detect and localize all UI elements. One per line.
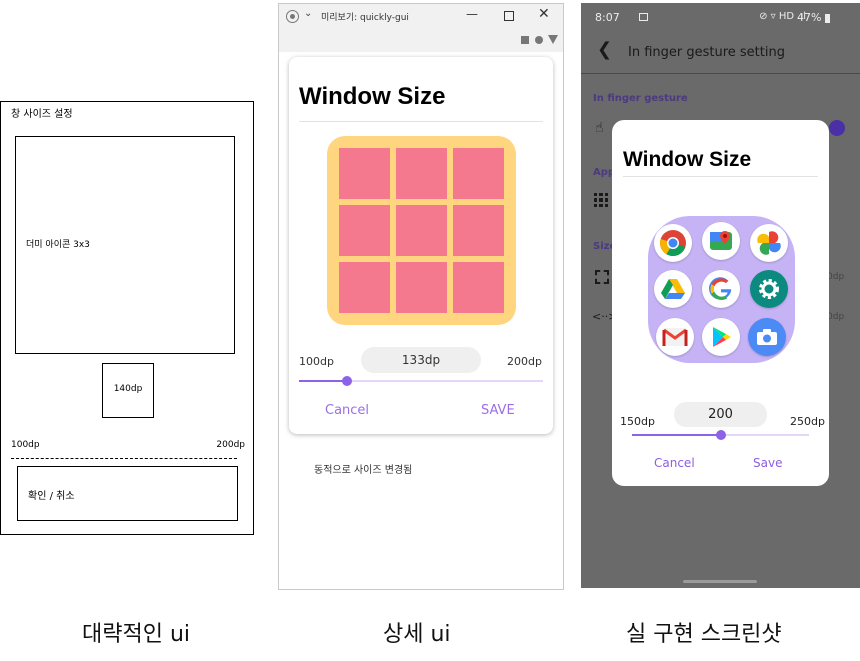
hand-pointer-icon: ☝ (595, 120, 604, 136)
dummy-icon-cell (339, 148, 390, 199)
battery-percent: 47% (797, 11, 822, 24)
size-row-value: 0dp (827, 272, 845, 282)
dialog-divider (299, 121, 543, 122)
dynamic-resize-note: 동적으로 사이즈 변경됨 (314, 465, 413, 476)
battery-icon (825, 14, 830, 23)
slider-fill (299, 380, 347, 382)
close-icon[interactable]: ✕ (538, 6, 550, 22)
triangle-down-icon[interactable] (548, 35, 558, 44)
slider-max-label: 200dp (507, 355, 542, 368)
wireframe-buttons-label: 확인 / 취소 (28, 491, 75, 502)
phone-slider-fill (632, 434, 721, 436)
dummy-icon-cell (396, 262, 447, 313)
maximize-icon[interactable] (504, 11, 514, 21)
gmail-icon (656, 318, 694, 356)
wireframe-icon-label: 더미 아이콘 3x3 (26, 240, 90, 250)
phone-screenshot: 8:07 ⊘ ▿ HD .ıl 47% ❮ In finger gesture … (581, 3, 860, 588)
wireframe-slider-line (11, 458, 237, 459)
wireframe-title: 창 사이즈 설정 (11, 109, 73, 120)
dummy-icon-cell (453, 148, 504, 199)
app-icon-cluster (648, 216, 795, 363)
play-store-icon (702, 318, 740, 356)
phone-dialog-divider (623, 176, 818, 177)
icon-grid (327, 136, 516, 325)
dummy-icon-cell (453, 262, 504, 313)
fullscreen-icon (595, 270, 609, 284)
google-icon (702, 270, 740, 308)
cancel-button[interactable]: Cancel (325, 403, 369, 418)
back-arrow-icon[interactable]: ❮ (597, 39, 612, 60)
chrome-icon (654, 224, 692, 262)
minimize-icon[interactable]: — (466, 7, 478, 21)
maps-icon (702, 222, 740, 260)
wireframe-max-label: 200dp (216, 440, 245, 450)
dummy-icon-cell (453, 205, 504, 256)
wireframe-icon-area: 더미 아이콘 3x3 (15, 136, 235, 354)
wireframe-size-label: 140dp (113, 384, 143, 394)
wireframe-button-area: 확인 / 취소 (17, 466, 238, 521)
gesture-toggle[interactable] (829, 120, 845, 136)
slider-min-label: 100dp (299, 355, 334, 368)
caption-real-screenshot: 실 구현 스크린샷 (626, 622, 782, 647)
wireframe-panel: 창 사이즈 설정 더미 아이콘 3x3 140dp 100dp 200dp 확인… (0, 101, 254, 535)
circle-icon[interactable] (535, 36, 543, 44)
record-icon[interactable] (286, 10, 299, 23)
dummy-icon-cell (339, 262, 390, 313)
phone-dialog-title: Window Size (623, 148, 752, 171)
phone-slider-min-label: 150dp (620, 415, 655, 428)
wireframe-min-label: 100dp (11, 440, 40, 450)
preview-window: ⌄ 미리보기: quickly-gui — ✕ Window Size 100d… (278, 3, 564, 590)
window-title: 미리보기: quickly-gui (321, 13, 409, 23)
status-time: 8:07 (595, 11, 620, 24)
dummy-icon-cell (339, 205, 390, 256)
slider-value-badge: 133dp (361, 347, 481, 373)
home-indicator[interactable] (683, 580, 757, 583)
phone-slider-max-label: 250dp (790, 415, 825, 428)
dialog-title: Window Size (299, 83, 446, 110)
phone-cancel-button[interactable]: Cancel (654, 456, 695, 470)
appbar-divider (581, 73, 860, 74)
apps-grid-icon (594, 193, 608, 207)
appbar-title: In finger gesture setting (628, 45, 785, 60)
caption-rough-ui: 대략적인 ui (82, 622, 191, 647)
chevron-down-icon[interactable]: ⌄ (304, 8, 312, 19)
dummy-icon-cell (396, 205, 447, 256)
drive-icon (654, 270, 692, 308)
photos-icon (750, 224, 788, 262)
wireframe-size-box: 140dp (102, 363, 154, 418)
image-notification-icon (639, 13, 648, 21)
window-size-dialog: Window Size 100dp 133dp 200dp Cancel SAV… (289, 57, 553, 434)
section-in-finger-gesture: In finger gesture (593, 93, 688, 104)
save-button[interactable]: SAVE (481, 403, 515, 418)
phone-window-size-dialog: Window Size 150dp 200 250dp Cancel Save (612, 120, 829, 486)
settings-icon (750, 270, 788, 308)
phone-slider-thumb[interactable] (716, 430, 726, 440)
dummy-icon-cell (396, 148, 447, 199)
phone-slider-value-badge: 200 (674, 402, 767, 427)
phone-save-button[interactable]: Save (753, 456, 782, 470)
caption-detail-ui: 상세 ui (383, 622, 451, 647)
stop-icon[interactable] (521, 36, 529, 44)
size-row-value: 0dp (827, 312, 845, 322)
camera-icon (748, 318, 786, 356)
slider-thumb[interactable] (342, 376, 352, 386)
